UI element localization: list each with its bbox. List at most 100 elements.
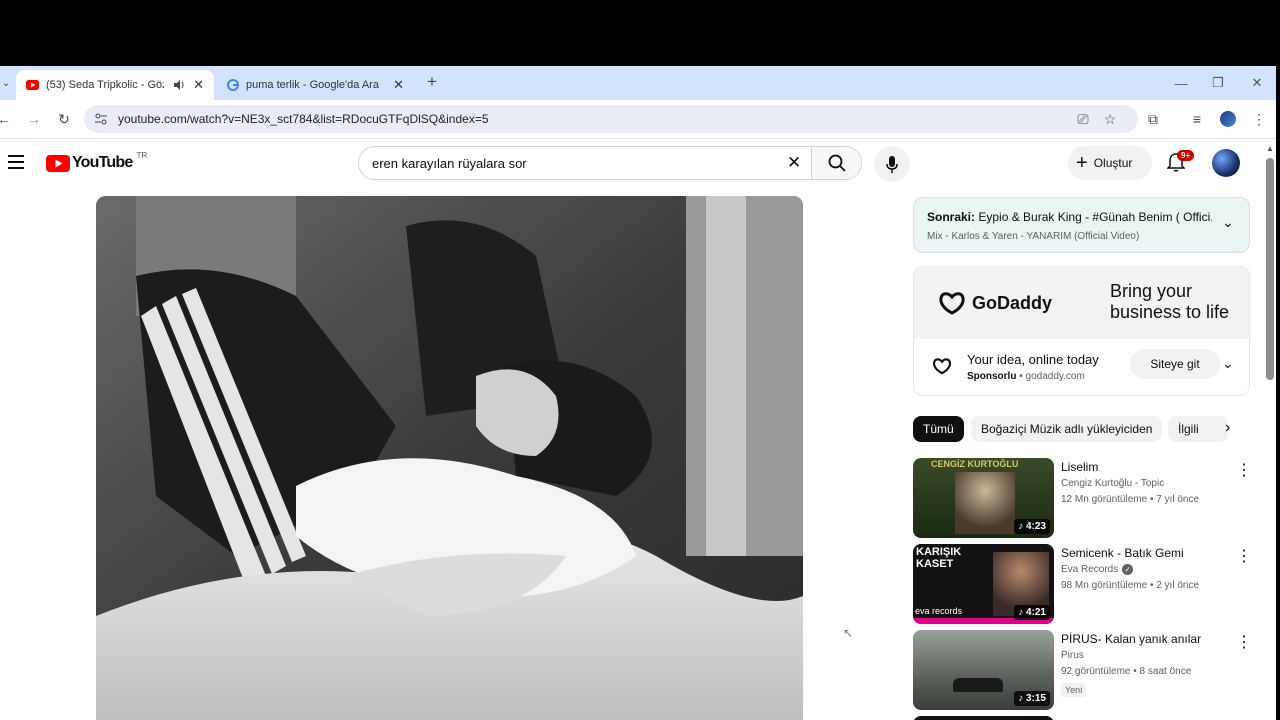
google-favicon-icon — [227, 79, 239, 91]
list-item[interactable]: KARIŞIK KASET eva records ♪ 4:21 Semicen… — [913, 544, 1253, 624]
tab-title: (53) Seda Tripkolic - Gözler... — [46, 79, 164, 91]
install-app-icon[interactable]: ⎚ — [1073, 109, 1093, 129]
notification-count-badge: 9+ — [1177, 150, 1195, 161]
ad-cta-button[interactable]: Siteye git — [1130, 349, 1220, 379]
tab-google[interactable]: puma terlik - Google'da Ara ✕ — [218, 70, 414, 100]
tab-youtube[interactable]: (53) Seda Tripkolic - Gözler... ✕ — [16, 70, 214, 100]
thumb-caption: CENGİZ KURTOĞLU — [931, 459, 1019, 469]
chevron-down-icon[interactable]: ⌄ — [1222, 214, 1234, 231]
ad-domain: godaddy.com — [1025, 371, 1085, 382]
mouse-cursor-icon: ↖ — [843, 626, 854, 640]
up-next-prefix: Sonraki: — [927, 210, 976, 224]
tab-strip: ⌄ (53) Seda Tripkolic - Gözler... ✕ puma… — [0, 66, 1276, 100]
media-control-icon[interactable]: ≡ — [1187, 109, 1207, 129]
thumb-caption: KARIŞIK KASET — [916, 546, 962, 570]
thumb-art — [955, 472, 1015, 534]
video-channel-row[interactable]: Eva Records ✓ — [1061, 564, 1134, 575]
video-thumbnail[interactable]: KARIŞIK KASET eva records ♪ 4:21 — [913, 544, 1054, 624]
address-bar[interactable]: youtube.com/watch?v=NE3x_sct784&list=RDo… — [84, 105, 1138, 133]
tab-list-icon[interactable]: ⌄ — [0, 73, 16, 93]
close-window-icon[interactable]: ✕ — [1238, 66, 1276, 100]
create-button[interactable]: + Oluştur — [1068, 146, 1152, 180]
ad-cta-label: Siteye git — [1150, 357, 1200, 371]
region-code: TR — [136, 150, 148, 160]
video-title[interactable]: PİRUS- Kalan yanık anılar — [1061, 632, 1201, 646]
chip-uploader[interactable]: Boğaziçi Müzik adlı yükleyiciden — [971, 416, 1163, 442]
ad-banner[interactable]: GoDaddy Bring your business to life — [914, 267, 1249, 339]
sponsored-ad[interactable]: GoDaddy Bring your business to life Your… — [913, 266, 1250, 396]
speaker-icon[interactable] — [174, 80, 185, 90]
close-tab-icon[interactable]: ✕ — [193, 77, 204, 93]
forward-icon[interactable]: → — [24, 109, 44, 129]
plus-icon: + — [1076, 151, 1088, 174]
duration-badge: ♪ 3:15 — [1014, 691, 1050, 706]
video-player[interactable] — [96, 196, 803, 720]
search-input[interactable]: eren karayılan rüyalara sor ✕ — [358, 146, 862, 180]
video-meta: 92 görüntüleme • 8 saat önce — [1061, 666, 1192, 677]
video-title[interactable]: Semicenk - Batık Gemi — [1061, 546, 1184, 560]
search-button[interactable] — [811, 147, 861, 179]
new-tab-button[interactable]: + — [422, 72, 442, 92]
chevron-right-icon[interactable]: › — [1225, 419, 1230, 437]
video-meta: 12 Mn görüntüleme • 7 yıl önce — [1061, 494, 1200, 505]
video-meta: 98 Mn görüntüleme • 2 yıl önce — [1061, 580, 1200, 591]
create-label: Oluştur — [1093, 156, 1133, 170]
video-channel[interactable]: Pirus — [1061, 650, 1084, 661]
back-icon[interactable]: ← — [0, 109, 14, 129]
ad-brand: GoDaddy — [972, 293, 1053, 313]
chip-related[interactable]: İlgili — [1168, 416, 1228, 442]
youtube-logo[interactable]: YouTube TR — [46, 150, 148, 174]
close-tab-icon[interactable]: ✕ — [393, 77, 404, 93]
ad-headline: Your idea, online today — [967, 352, 1099, 367]
list-item-partial[interactable] — [913, 716, 1054, 720]
minimize-icon[interactable]: — — [1162, 66, 1200, 100]
tab-title: puma terlik - Google'da Ara — [246, 79, 379, 91]
url-text: youtube.com/watch?v=NE3x_sct784&list=RDo… — [118, 112, 489, 126]
thumb-brand: eva records — [915, 606, 963, 616]
maximize-icon[interactable]: ❐ — [1199, 66, 1237, 100]
duration-badge: ♪ 4:23 — [1014, 519, 1050, 534]
video-title[interactable]: Liselim — [1061, 460, 1098, 474]
filter-chips: Tümü Boğaziçi Müzik adlı yükleyiciden İl… — [913, 416, 1250, 444]
godaddy-small-icon — [932, 358, 952, 375]
ad-banner-text: Bring your business to life — [1110, 281, 1230, 322]
scroll-up-icon[interactable]: ▲ — [1266, 144, 1274, 153]
up-next-line: Sonraki: Eypio & Burak King - #Günah Ben… — [927, 210, 1212, 224]
more-options-icon[interactable]: ⋮ — [1236, 634, 1252, 651]
youtube-logo-text: YouTube — [72, 154, 133, 171]
chevron-down-icon[interactable]: ⌄ — [1222, 355, 1234, 372]
menu-icon[interactable] — [8, 155, 24, 169]
up-next-card[interactable]: Sonraki: Eypio & Burak King - #Günah Ben… — [913, 197, 1250, 253]
ad-sponsor-line: Sponsorlu • godaddy.com — [967, 371, 1085, 382]
video-thumbnail[interactable]: ♪ 3:15 — [913, 630, 1054, 710]
up-next-title: Eypio & Burak King - #Günah Benim ( Offi… — [978, 210, 1212, 224]
up-next-mix: Mix - Karlos & Yaren - YANARIM (Official… — [927, 231, 1140, 242]
profile-avatar[interactable] — [1218, 109, 1238, 129]
chip-all[interactable]: Tümü — [913, 416, 964, 442]
verified-icon: ✓ — [1122, 564, 1134, 575]
video-channel[interactable]: Cengiz Kurtoğlu - Topic — [1061, 478, 1164, 489]
more-options-icon[interactable]: ⋮ — [1236, 548, 1252, 565]
site-info-icon[interactable] — [94, 112, 108, 126]
screen-edge — [1276, 66, 1280, 720]
sponsored-label: Sponsorlu — [967, 371, 1017, 382]
list-item[interactable]: CENGİZ KURTOĞLU ♪ 4:23 Liselim Cengiz Ku… — [913, 458, 1253, 538]
list-item[interactable]: ♪ 3:15 PİRUS- Kalan yanık anılar Pirus 9… — [913, 630, 1253, 710]
more-options-icon[interactable]: ⋮ — [1236, 462, 1252, 479]
bookmark-star-icon[interactable]: ☆ — [1100, 109, 1120, 129]
browser-window: ⌄ (53) Seda Tripkolic - Gözler... ✕ puma… — [0, 66, 1276, 720]
extensions-icon[interactable]: ⧉ — [1143, 109, 1163, 129]
new-badge: Yeni — [1061, 683, 1087, 697]
clear-search-icon[interactable]: ✕ — [787, 153, 801, 173]
thumb-art — [953, 678, 1003, 692]
account-avatar[interactable] — [1212, 149, 1240, 177]
search-query-text: eren karayılan rüyalara sor — [372, 156, 527, 171]
voice-search-button[interactable] — [874, 146, 910, 182]
chrome-menu-icon[interactable]: ⋮ — [1249, 109, 1269, 129]
video-channel: Eva Records — [1061, 564, 1119, 575]
page-scrollbar[interactable] — [1266, 158, 1274, 380]
youtube-logo-icon — [46, 154, 70, 172]
godaddy-logo-icon — [939, 292, 965, 315]
video-thumbnail[interactable]: CENGİZ KURTOĞLU ♪ 4:23 — [913, 458, 1054, 538]
reload-icon[interactable]: ↻ — [54, 109, 74, 129]
